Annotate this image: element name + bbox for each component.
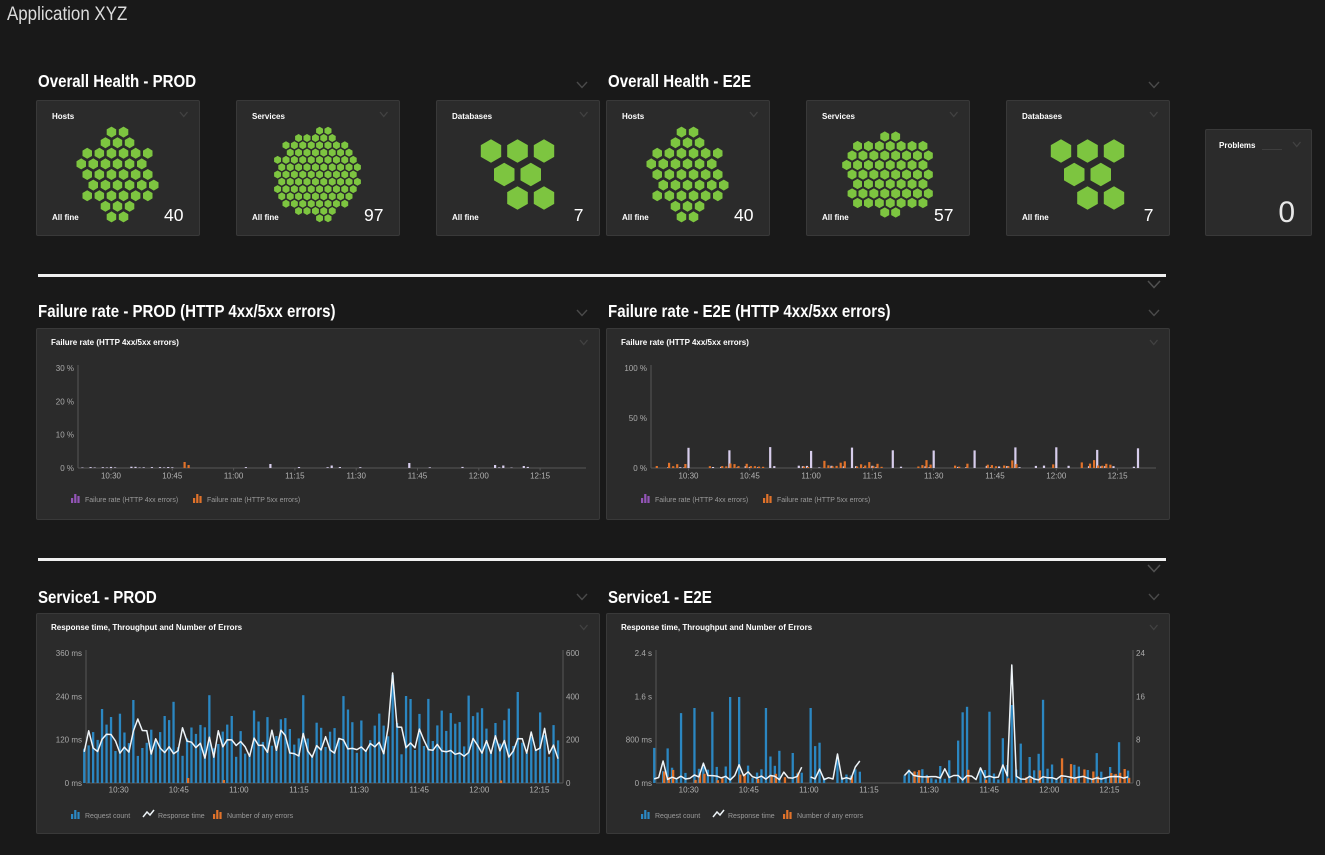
svg-text:30 %: 30 % (56, 364, 74, 373)
svg-text:50 %: 50 % (629, 414, 647, 423)
svg-text:11:30: 11:30 (919, 786, 939, 795)
svg-text:16: 16 (1136, 692, 1145, 701)
svg-text:12:15: 12:15 (1108, 472, 1129, 481)
svg-text:12:15: 12:15 (529, 786, 550, 795)
svg-text:120 ms: 120 ms (56, 736, 82, 745)
svg-text:10 %: 10 % (56, 431, 74, 440)
svg-text:11:45: 11:45 (985, 472, 1005, 481)
svg-text:10:30: 10:30 (678, 472, 699, 481)
svg-text:11:00: 11:00 (799, 786, 819, 795)
svg-text:Response time: Response time (158, 813, 205, 820)
svg-text:Number of any errors: Number of any errors (227, 813, 294, 820)
svg-text:Request count: Request count (655, 813, 700, 820)
svg-text:10:45: 10:45 (739, 786, 760, 795)
svg-text:10:45: 10:45 (169, 786, 190, 795)
svg-text:10:30: 10:30 (679, 786, 700, 795)
svg-text:240 ms: 240 ms (56, 692, 82, 701)
svg-text:0 ms: 0 ms (65, 779, 82, 788)
svg-text:Failure rate (HTTP 4xx errors): Failure rate (HTTP 4xx errors) (85, 497, 178, 504)
svg-text:Request count: Request count (85, 813, 130, 820)
svg-text:11:45: 11:45 (979, 786, 999, 795)
svg-text:0 %: 0 % (60, 464, 74, 473)
svg-text:Failure rate (HTTP 5xx errors): Failure rate (HTTP 5xx errors) (207, 497, 300, 504)
svg-text:2.4 s: 2.4 s (635, 649, 652, 658)
svg-text:200: 200 (566, 736, 580, 745)
svg-text:10:30: 10:30 (101, 472, 122, 481)
svg-text:11:00: 11:00 (224, 472, 244, 481)
svg-text:12:15: 12:15 (1099, 786, 1120, 795)
svg-text:0 ms: 0 ms (635, 779, 652, 788)
svg-text:11:45: 11:45 (409, 786, 429, 795)
svg-text:11:45: 11:45 (408, 472, 428, 481)
svg-text:11:15: 11:15 (285, 472, 305, 481)
svg-text:600: 600 (566, 649, 580, 658)
svg-text:800 ms: 800 ms (626, 736, 652, 745)
svg-text:Failure rate (HTTP 4xx errors): Failure rate (HTTP 4xx errors) (655, 497, 748, 504)
svg-text:0: 0 (1136, 779, 1141, 788)
svg-text:400: 400 (566, 692, 580, 701)
svg-text:12:00: 12:00 (1039, 786, 1060, 795)
svg-text:360 ms: 360 ms (56, 649, 82, 658)
svg-text:1.6 s: 1.6 s (635, 692, 652, 701)
svg-text:0 %: 0 % (633, 464, 647, 473)
svg-text:11:30: 11:30 (349, 786, 369, 795)
svg-text:10:45: 10:45 (162, 472, 183, 481)
svg-text:11:00: 11:00 (801, 472, 821, 481)
svg-text:11:30: 11:30 (346, 472, 366, 481)
svg-text:11:00: 11:00 (229, 786, 249, 795)
svg-text:8: 8 (1136, 736, 1141, 745)
svg-text:10:30: 10:30 (109, 786, 130, 795)
svg-text:11:15: 11:15 (859, 786, 879, 795)
svg-text:11:30: 11:30 (924, 472, 944, 481)
svg-text:12:00: 12:00 (469, 786, 490, 795)
svg-text:Response time: Response time (728, 813, 775, 820)
svg-text:12:00: 12:00 (469, 472, 490, 481)
svg-text:100 %: 100 % (624, 364, 647, 373)
svg-text:10:45: 10:45 (740, 472, 761, 481)
svg-text:0: 0 (566, 779, 571, 788)
svg-text:Failure rate (HTTP 5xx errors): Failure rate (HTTP 5xx errors) (777, 497, 870, 504)
svg-text:Number of any errors: Number of any errors (797, 813, 864, 820)
svg-text:12:15: 12:15 (530, 472, 551, 481)
svg-text:24: 24 (1136, 649, 1145, 658)
svg-text:11:15: 11:15 (289, 786, 309, 795)
svg-text:11:15: 11:15 (863, 472, 883, 481)
svg-text:20 %: 20 % (56, 397, 74, 406)
svg-text:12:00: 12:00 (1046, 472, 1067, 481)
